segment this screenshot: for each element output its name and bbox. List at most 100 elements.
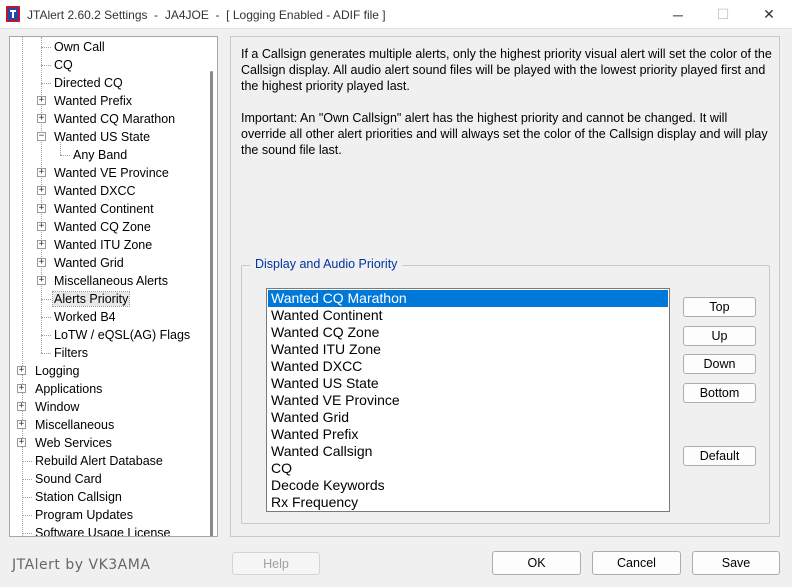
tree-item[interactable]: LoTW / eQSL(AG) Flags [53,326,191,344]
priority-listbox[interactable]: Wanted CQ Marathon Wanted Continent Wanted… [266,288,670,512]
ok-button[interactable]: OK [492,551,581,575]
save-button[interactable]: Save [692,551,780,575]
expand-icon[interactable]: + [37,204,46,213]
tree-connector [41,353,51,354]
tree-item[interactable]: Miscellaneous Alerts [53,272,169,290]
expand-icon[interactable]: + [37,240,46,249]
tree-item[interactable]: Station Callsign [34,488,123,506]
move-down-button[interactable]: Down [683,354,756,374]
priority-list-item[interactable]: Decode Keywords [268,477,668,494]
tree-item[interactable]: Any Band [72,146,128,164]
move-up-button[interactable]: Up [683,326,756,346]
priority-list-item[interactable]: Wanted Grid [268,409,668,426]
tree-item[interactable]: Wanted CQ Marathon [53,110,176,128]
tree-item-label: Wanted Prefix [54,94,133,108]
tree-item[interactable]: Wanted DXCC [53,182,137,200]
tree-item[interactable]: Software Usage License [34,524,172,536]
move-top-button[interactable]: Top [683,297,756,317]
priority-list-item[interactable]: Wanted Prefix [268,426,668,443]
expand-icon[interactable]: + [37,186,46,195]
tree-guide [41,37,42,353]
tree-guide [22,37,23,536]
priority-list-item[interactable]: CQ [268,460,668,477]
tree-item[interactable]: Rebuild Alert Database [34,452,164,470]
tree-item[interactable]: Own Call [53,38,106,56]
tree-scrollbar[interactable] [205,37,217,536]
close-button[interactable]: ✕ [746,0,792,29]
expand-icon[interactable]: + [37,114,46,123]
expand-icon[interactable]: + [37,96,46,105]
tree-item[interactable]: Wanted VE Province [53,164,170,182]
tree-item[interactable]: Miscellaneous [34,416,115,434]
tree-item-label: Miscellaneous [35,418,115,432]
tree-item[interactable]: Applications [34,380,103,398]
priority-list-item[interactable]: Wanted CQ Zone [268,324,668,341]
tree-item[interactable]: Wanted CQ Zone [53,218,152,236]
priority-list-item[interactable]: Wanted US State [268,375,668,392]
tree-item-label: Worked B4 [54,310,116,324]
tree-connector [41,317,51,318]
tree-item-label: Directed CQ [54,76,123,90]
minimize-button[interactable]: ─ [655,0,701,29]
cancel-button[interactable]: Cancel [592,551,681,575]
tree-item-label: Wanted VE Province [54,166,169,180]
priority-list-item[interactable]: Wanted Continent [268,307,668,324]
tree-item[interactable]: Wanted Prefix [53,92,133,110]
tree-item[interactable]: Directed CQ [53,74,124,92]
tree-item[interactable]: Logging [34,362,81,380]
expand-icon[interactable]: + [37,222,46,231]
expand-icon[interactable]: + [37,258,46,267]
priority-list-item[interactable]: Wanted VE Province [268,392,668,409]
tree-item[interactable]: Wanted Continent [53,200,155,218]
move-bottom-button[interactable]: Bottom [683,383,756,403]
default-button[interactable]: Default [683,446,756,466]
tree-item[interactable]: Worked B4 [53,308,117,326]
title-bar: JTAlert 2.60.2 Settings - JA4JOE - [ Log… [0,0,792,29]
help-button[interactable]: Help [232,552,320,575]
expand-icon[interactable]: + [37,276,46,285]
expand-icon[interactable]: + [17,438,26,447]
tree-item[interactable]: CQ [53,56,74,74]
priority-list-item[interactable]: Wanted DXCC [268,358,668,375]
priority-list-item[interactable]: Wanted ITU Zone [268,341,668,358]
minimize-icon: ─ [673,6,683,23]
tree-item[interactable]: Wanted US State [53,128,151,146]
info-text: If a Callsign generates multiple alerts,… [241,46,773,174]
tree-item-label: Applications [35,382,103,396]
expand-icon[interactable]: + [17,366,26,375]
tree-item-label: Wanted CQ Marathon [54,112,176,126]
priority-list-item[interactable]: Wanted Callsign [268,443,668,460]
tree-item[interactable]: Filters [53,344,89,362]
maximize-button[interactable]: ☐ [700,0,746,29]
tree-item-label: Alerts Priority [51,291,131,307]
tree-item[interactable]: Window [34,398,80,416]
tree-item-label: CQ [54,58,73,72]
tree-item-label: Wanted Grid [54,256,124,270]
tree-item[interactable]: Program Updates [34,506,134,524]
tree-item[interactable]: Alerts Priority [51,290,131,308]
alerts-priority-panel: If a Callsign generates multiple alerts,… [230,36,780,537]
tree-item[interactable]: Wanted Grid [53,254,125,272]
priority-list-item[interactable]: Rx Frequency [268,494,668,511]
brand-label: JTAlert by VK3AMA [12,557,151,573]
tree-item-label: Own Call [54,40,105,54]
expand-icon[interactable]: + [17,402,26,411]
tree-item-label: Sound Card [35,472,102,486]
tree-connector [22,479,32,480]
window-title: JTAlert 2.60.2 Settings - JA4JOE - [ Log… [27,8,386,22]
tree-scrollbar-thumb[interactable] [210,71,213,536]
tree-connector [41,299,51,300]
settings-tree[interactable]: Own Call CQ Directed CQ Wanted Prefix + Wante… [9,36,218,537]
collapse-icon[interactable]: − [37,132,46,141]
tree-item-label: LoTW / eQSL(AG) Flags [54,328,191,342]
tree-item[interactable]: Wanted ITU Zone [53,236,153,254]
tree-item[interactable]: Web Services [34,434,113,452]
tree-item[interactable]: Sound Card [34,470,103,488]
info-paragraph-2: Important: An "Own Callsign" alert has t… [241,111,768,157]
expand-icon[interactable]: + [37,168,46,177]
priority-list-item[interactable]: Wanted CQ Marathon [268,290,668,307]
expand-icon[interactable]: + [17,384,26,393]
tree-connector [41,65,51,66]
expand-icon[interactable]: + [17,420,26,429]
tree-connector [41,83,51,84]
